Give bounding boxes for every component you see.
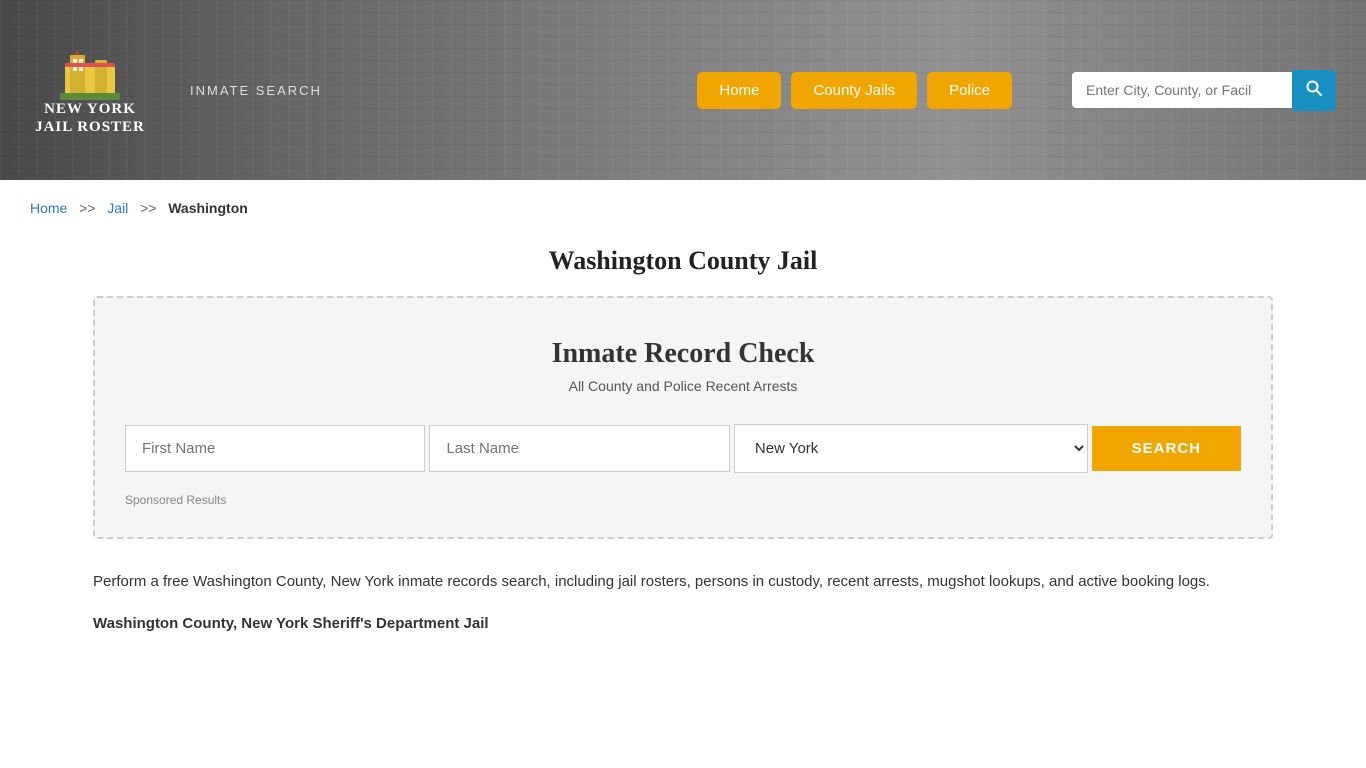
record-check-subtitle: All County and Police Recent Arrests [125,378,1241,394]
sponsored-label: Sponsored Results [125,493,1241,507]
site-header: NEW YORK JAIL ROSTER INMATE SEARCH Home … [0,0,1366,180]
breadcrumb-sep-2: >> [136,200,160,216]
record-check-title: Inmate Record Check [125,338,1241,370]
header-search-button[interactable] [1292,70,1336,111]
breadcrumb-home-link[interactable]: Home [30,200,67,216]
record-check-box: Inmate Record Check All County and Polic… [93,296,1273,539]
nav-police-button[interactable]: Police [927,72,1012,109]
state-select[interactable]: AlabamaAlaskaArizonaArkansasCaliforniaCo… [734,424,1088,473]
inmate-search-form: AlabamaAlaskaArizonaArkansasCaliforniaCo… [125,424,1241,473]
description-paragraph-2: Washington County, New York Sheriff's De… [93,611,1273,637]
breadcrumb-sep-1: >> [75,200,99,216]
nav-home-button[interactable]: Home [697,72,781,109]
header-search-input[interactable] [1072,72,1292,108]
main-content: Washington County Jail Inmate Record Che… [63,246,1303,636]
nav-county-jails-button[interactable]: County Jails [791,72,917,109]
description-paragraph-1: Perform a free Washington County, New Yo… [93,569,1273,595]
page-title: Washington County Jail [93,246,1273,276]
search-submit-button[interactable]: SEARCH [1092,426,1241,471]
breadcrumb-current: Washington [168,200,248,216]
breadcrumb-jail-link[interactable]: Jail [107,200,128,216]
nav-area: Home County Jails Police [697,72,1012,109]
logo-text-jail-roster: JAIL ROSTER [35,118,145,136]
inmate-search-label: INMATE SEARCH [190,83,322,98]
header-search-area [1072,70,1336,111]
first-name-input[interactable] [125,425,425,472]
logo-area: NEW YORK JAIL ROSTER [30,45,150,136]
description-bold: Washington County, New York Sheriff's De… [93,615,489,632]
logo-text-new-york: NEW YORK [44,100,136,118]
logo-icon [60,45,120,100]
breadcrumb: Home >> Jail >> Washington [0,180,1366,236]
last-name-input[interactable] [429,425,729,472]
